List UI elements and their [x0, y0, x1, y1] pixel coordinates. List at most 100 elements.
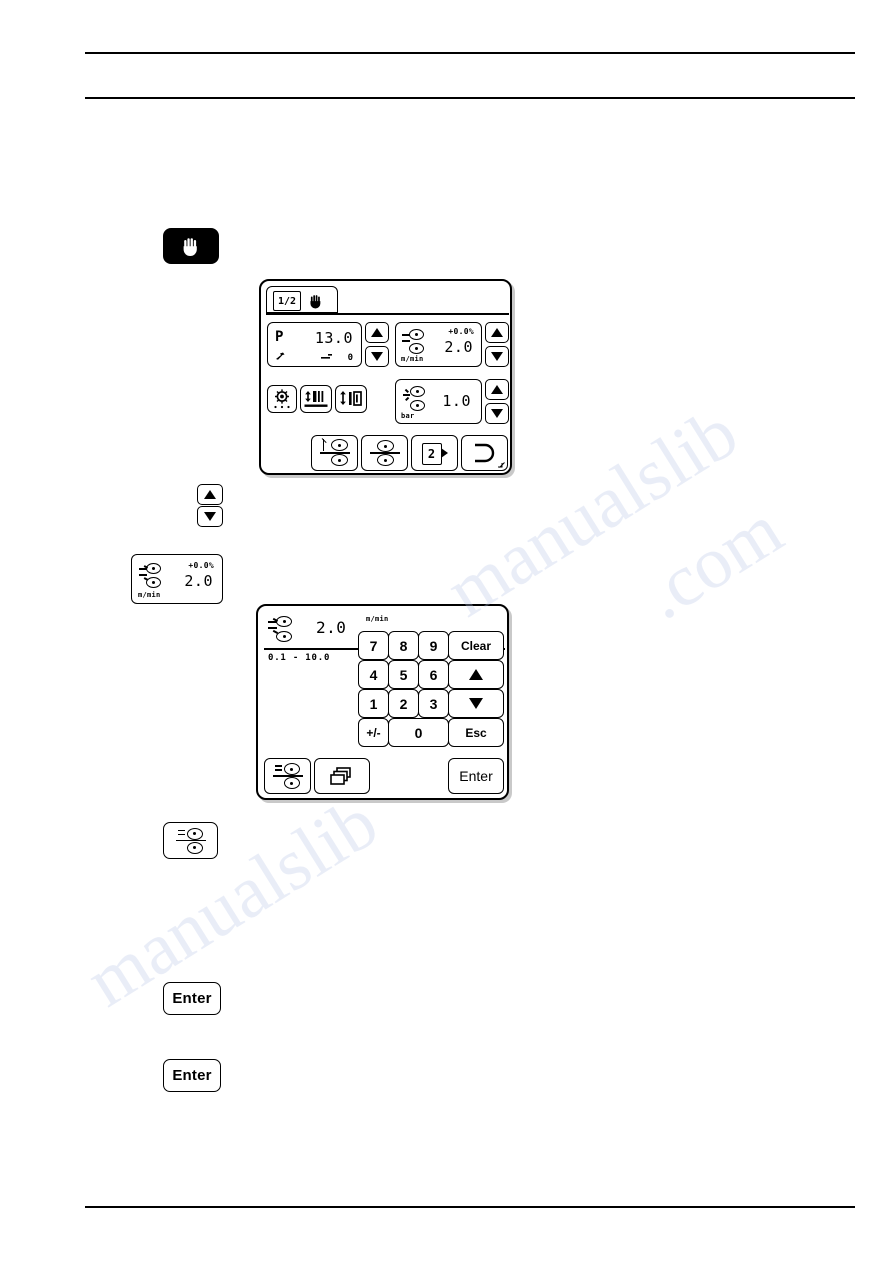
key-0[interactable]: 0 — [388, 718, 449, 747]
enter-key-second[interactable]: Enter — [163, 1059, 221, 1092]
roller-small-icon — [321, 354, 332, 359]
speed-down-button[interactable] — [485, 346, 509, 367]
roller-pair-toolbar-button[interactable] — [361, 435, 408, 471]
keypad-current-value: 2.0 — [316, 618, 347, 637]
pressure-value: 1.0 — [442, 392, 471, 410]
wrench-icon — [276, 352, 285, 360]
pressure-down-button[interactable] — [485, 403, 509, 424]
key-up[interactable] — [448, 660, 504, 689]
pressure-unit: bar — [401, 412, 415, 420]
keypad-enter-button[interactable]: Enter — [448, 758, 504, 794]
gap-adjust-button[interactable] — [335, 385, 367, 413]
key-2-label: 2 — [399, 695, 408, 712]
speed-unit: m/min — [401, 355, 424, 363]
speed-up-button[interactable] — [485, 322, 509, 343]
key-esc-label: Esc — [465, 725, 487, 740]
pressure-panel[interactable]: 1.0 bar — [395, 379, 482, 424]
speed-value: 2.0 — [444, 338, 473, 356]
page-2-label: 2 — [427, 447, 436, 461]
return-icon — [474, 443, 494, 463]
roller-gap-toolbar-button[interactable] — [311, 435, 358, 471]
key-7-label: 7 — [369, 637, 378, 654]
triangle-down-icon — [491, 352, 503, 361]
key-1[interactable]: 1 — [358, 689, 389, 718]
page-2-toolbar-button[interactable]: 2 — [411, 435, 458, 471]
roller-gap-icon — [319, 438, 351, 468]
triangle-down-icon — [491, 409, 503, 418]
key-9-label: 9 — [429, 637, 438, 654]
speed-callout-value: 2.0 — [184, 572, 213, 590]
height-adjust-button[interactable] — [300, 385, 332, 413]
roller-speed-icon — [268, 616, 295, 643]
lamp-icon — [274, 389, 290, 409]
key-2[interactable]: 2 — [388, 689, 419, 718]
key-0-label: 0 — [414, 724, 423, 741]
program-up-button[interactable] — [365, 322, 389, 343]
triangle-up-icon — [491, 385, 503, 394]
program-panel[interactable]: P 13.0 0 — [267, 322, 362, 367]
roller-adjust-key[interactable] — [163, 822, 218, 859]
roller-pressure-icon — [402, 386, 428, 412]
key-down[interactable] — [448, 689, 504, 718]
header-rule-lower — [85, 97, 855, 99]
speed-callout-percent: +0.0% — [188, 561, 214, 570]
numeric-keypad-screen: 2.0 m/min 0.1 - 10.0 7 8 9 Clear 4 5 6 1… — [256, 604, 509, 800]
keypad-unit: m/min — [366, 615, 389, 623]
triangle-up-icon — [491, 328, 503, 337]
key-6-label: 6 — [429, 666, 438, 683]
key-plusminus[interactable]: +/- — [358, 718, 389, 747]
tab-divider — [266, 313, 509, 315]
triangle-up-icon — [469, 669, 483, 680]
roller-adjust-icon — [272, 762, 303, 790]
watermark-line-3: manualslib — [72, 781, 392, 1023]
keypad-copy-button[interactable] — [314, 758, 370, 794]
pressure-up-button[interactable] — [485, 379, 509, 400]
gap-adjust-icon — [340, 391, 362, 406]
main-operating-screen: 1/2 P 13.0 0 +0.0% 2.0 m/min 1.0 bar 2 — [259, 279, 512, 475]
speed-callout-unit: m/min — [138, 591, 161, 599]
speed-panel[interactable]: +0.0% 2.0 m/min — [395, 322, 482, 367]
program-sub-value: 0 — [347, 353, 353, 363]
roller-adjust-icon — [175, 827, 206, 855]
triangle-up-icon — [371, 328, 383, 337]
page-indicator-label: 1/2 — [277, 295, 297, 307]
resize-corner-icon — [498, 462, 505, 468]
header-rule-upper — [85, 52, 855, 54]
enter-key-second-label: Enter — [172, 1067, 212, 1084]
key-6[interactable]: 6 — [418, 660, 449, 689]
key-plusminus-label: +/- — [366, 725, 381, 740]
key-esc[interactable]: Esc — [448, 718, 504, 747]
roller-speed-icon — [139, 563, 165, 589]
footer-rule — [85, 1206, 855, 1208]
key-clear[interactable]: Clear — [448, 631, 504, 660]
program-value: 13.0 — [314, 329, 353, 347]
key-9[interactable]: 9 — [418, 631, 449, 660]
key-3[interactable]: 3 — [418, 689, 449, 718]
triangle-down-icon — [204, 512, 216, 521]
key-4[interactable]: 4 — [358, 660, 389, 689]
watermark-line-2: .com — [629, 488, 797, 636]
program-down-button[interactable] — [365, 346, 389, 367]
keypad-roller-button[interactable] — [264, 758, 311, 794]
key-7[interactable]: 7 — [358, 631, 389, 660]
speed-percent: +0.0% — [448, 327, 474, 336]
page-indicator-icon: 1/2 — [273, 291, 301, 311]
key-5[interactable]: 5 — [388, 660, 419, 689]
screen-tab[interactable]: 1/2 — [266, 286, 338, 313]
hand-icon — [183, 238, 197, 256]
keypad-enter-label: Enter — [459, 768, 493, 784]
triangle-down-icon — [371, 352, 383, 361]
enter-key-first[interactable]: Enter — [163, 982, 221, 1015]
key-8-label: 8 — [399, 637, 408, 654]
key-8[interactable]: 8 — [388, 631, 419, 660]
hand-icon — [310, 295, 321, 309]
program-prefix: P — [275, 329, 284, 345]
key-1-label: 1 — [369, 695, 378, 712]
updown-key-down[interactable] — [197, 506, 223, 527]
hand-mode-key[interactable] — [163, 228, 219, 264]
keypad-range: 0.1 - 10.0 — [268, 653, 331, 663]
triangle-down-icon — [469, 698, 483, 709]
lamp-button[interactable] — [267, 385, 297, 413]
height-adjust-icon — [304, 391, 328, 407]
updown-key-up[interactable] — [197, 484, 223, 505]
